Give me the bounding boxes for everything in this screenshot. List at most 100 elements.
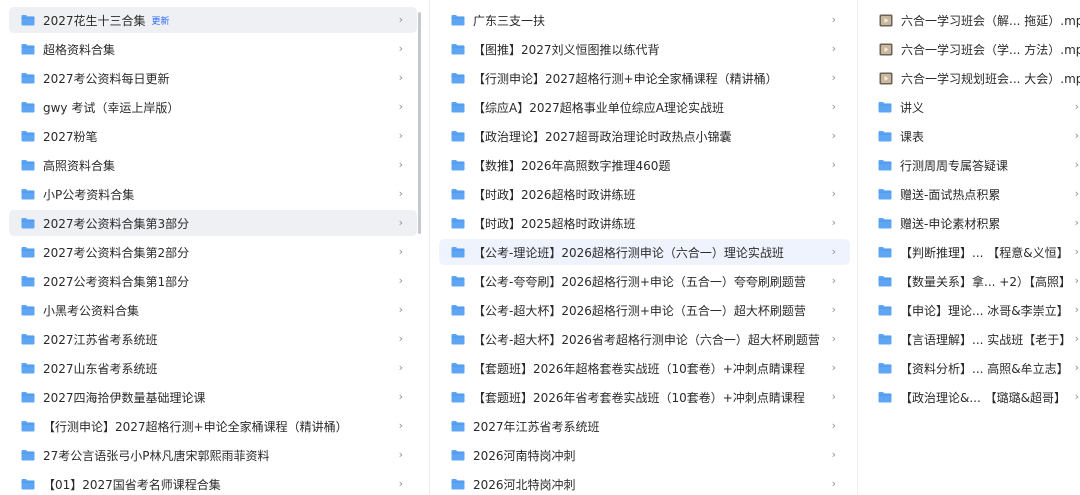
chevron-right-icon: › — [831, 361, 836, 374]
list-item[interactable]: 【政治理论&... 【璐璐&超哥】 › — [866, 384, 1080, 410]
list-item[interactable]: 行测周周专属答疑课 › — [866, 152, 1080, 178]
item-label: 【套题班】2026年超格套卷实战班（10套卷）+冲刺点睛课程 — [473, 361, 805, 376]
column-3-list: 六合一学习班会（解... 拖延）.mp4 六合一学习班会（学... 方法）.mp4… — [866, 7, 1080, 413]
item-label: 小黑考公资料合集 — [43, 303, 140, 318]
folder-icon — [451, 189, 465, 200]
item-label: 【公考-理论班】2026超格行测申论（六合一）理论实战班 — [473, 245, 784, 260]
list-item[interactable]: 【01】2027国省考名师课程合集 › — [9, 471, 417, 495]
chevron-right-icon: › — [1074, 332, 1079, 345]
list-item[interactable]: 课表 › — [866, 123, 1080, 149]
chevron-right-icon: › — [398, 390, 403, 403]
folder-icon — [878, 102, 892, 113]
folder-icon — [451, 218, 465, 229]
chevron-right-icon: › — [398, 419, 403, 432]
column-2[interactable]: 广东三支一扶 › 【图推】2027刘义恒图推以练代背 › 【行测申论】2027超格行测+… — [429, 0, 856, 495]
column-1[interactable]: 2027花生十三合集 更新 › 超格资料合集 › 2027考公资料每日更新 › gwy 考试（… — [0, 0, 421, 495]
folder-icon — [451, 392, 465, 403]
list-item[interactable]: 六合一学习规划班会... 大会）.mp4 — [866, 65, 1080, 91]
list-item[interactable]: 2027考公资料每日更新 › — [9, 65, 417, 91]
chevron-right-icon: › — [831, 477, 836, 490]
list-item[interactable]: 超格资料合集 › — [9, 36, 417, 62]
list-item[interactable]: 【公考-超大杯】2026超格行测+申论（五合一）超大杯刷题营 › — [439, 297, 850, 323]
list-item[interactable]: 小P公考资料合集 › — [9, 181, 417, 207]
list-item[interactable]: 六合一学习班会（学... 方法）.mp4 — [866, 36, 1080, 62]
list-item[interactable]: 【公考-理论班】2026超格行测申论（六合一）理论实战班 › — [439, 239, 850, 265]
folder-icon — [451, 247, 465, 258]
chevron-right-icon: › — [831, 100, 836, 113]
chevron-right-icon: › — [1074, 245, 1079, 258]
list-item[interactable]: 2027考公资料合集第3部分 › — [9, 210, 417, 236]
chevron-right-icon: › — [398, 274, 403, 287]
list-item[interactable]: 【行测申论】2027超格行测+申论全家桶课程（精讲桶） › — [9, 413, 417, 439]
list-item[interactable]: 2027考公资料合集第2部分 › — [9, 239, 417, 265]
list-item[interactable]: 小黑考公资料合集 › — [9, 297, 417, 323]
list-item[interactable]: 2026河北特岗冲刺 › — [439, 471, 850, 495]
item-label: 2027考公资料合集第2部分 — [43, 245, 190, 260]
list-item[interactable]: 【资料分析】... 高照&牟立志】 › — [866, 355, 1080, 381]
list-item[interactable]: 【言语理解】... 实战班【老于】 › — [866, 326, 1080, 352]
folder-icon — [451, 160, 465, 171]
chevron-right-icon: › — [1074, 274, 1079, 287]
list-item[interactable]: 2026河南特岗冲刺 › — [439, 442, 850, 468]
list-item[interactable]: 【图推】2027刘义恒图推以练代背 › — [439, 36, 850, 62]
list-item[interactable]: 【公考-超大杯】2026省考超格行测申论（六合一）超大杯刷题营 › — [439, 326, 850, 352]
chevron-right-icon: › — [831, 245, 836, 258]
list-item[interactable]: 【行测申论】2027超格行测+申论全家桶课程（精讲桶） › — [439, 65, 850, 91]
list-item[interactable]: 2027公考资料合集第1部分 › — [9, 268, 417, 294]
item-label: 小P公考资料合集 — [43, 187, 135, 202]
folder-icon — [878, 189, 892, 200]
folder-icon — [451, 450, 465, 461]
list-item[interactable]: 广东三支一扶 › — [439, 7, 850, 33]
item-label: 【判断推理】... 【程意&义恒】 — [900, 245, 1069, 260]
list-item[interactable]: 2027四海拾伊数量基础理论课 › — [9, 384, 417, 410]
list-item[interactable]: 2027年江苏省考系统班 › — [439, 413, 850, 439]
list-item[interactable]: 赠送-申论素材积累 › — [866, 210, 1080, 236]
chevron-right-icon: › — [398, 448, 403, 461]
list-item[interactable]: 2027粉笔 › — [9, 123, 417, 149]
list-item[interactable]: 【套题班】2026年省考套卷实战班（10套卷）+冲刺点睛课程 › — [439, 384, 850, 410]
list-item[interactable]: 2027山东省考系统班 › — [9, 355, 417, 381]
folder-icon — [878, 247, 892, 258]
folder-icon — [21, 247, 35, 258]
folder-icon — [451, 363, 465, 374]
list-item[interactable]: 【数推】2026年高照数字推理460题 › — [439, 152, 850, 178]
chevron-right-icon: › — [1074, 390, 1079, 403]
list-item[interactable]: 【申论】理论... 冰哥&李崇立】 › — [866, 297, 1080, 323]
column-3[interactable]: 六合一学习班会（解... 拖延）.mp4 六合一学习班会（学... 方法）.mp4… — [857, 0, 1080, 495]
folder-icon — [21, 102, 35, 113]
chevron-right-icon: › — [831, 448, 836, 461]
column-1-scrollbar[interactable] — [418, 12, 421, 234]
folder-icon — [878, 218, 892, 229]
list-item[interactable]: 高照资料合集 › — [9, 152, 417, 178]
list-item[interactable]: 【套题班】2026年超格套卷实战班（10套卷）+冲刺点睛课程 › — [439, 355, 850, 381]
item-label: 【政治理论】2027超哥政治理论时政热点小锦囊 — [473, 129, 732, 144]
item-label: 行测周周专属答疑课 — [900, 158, 1009, 173]
list-item[interactable]: 六合一学习班会（解... 拖延）.mp4 — [866, 7, 1080, 33]
item-label: 【图推】2027刘义恒图推以练代背 — [473, 42, 660, 57]
list-item[interactable]: gwy 考试（幸运上岸版） › — [9, 94, 417, 120]
folder-icon — [451, 421, 465, 432]
list-item[interactable]: 【时政】2025超格时政讲练班 › — [439, 210, 850, 236]
list-item[interactable]: 【公考-夸夸刷】2026超格行测+申论（五合一）夸夸刷刷题营 › — [439, 268, 850, 294]
list-item[interactable]: 赠送-面试热点积累 › — [866, 181, 1080, 207]
list-item[interactable]: 27考公言语张弓小P林凡唐宋郭熙雨菲资料 › — [9, 442, 417, 468]
list-item[interactable]: 讲义 › — [866, 94, 1080, 120]
folder-icon — [21, 276, 35, 287]
folder-icon — [21, 189, 35, 200]
list-item[interactable]: 【数量关系】拿... +2）【高照】 › — [866, 268, 1080, 294]
chevron-right-icon: › — [398, 42, 403, 55]
item-label: 六合一学习班会（解... 拖延）.mp4 — [901, 13, 1080, 28]
folder-icon — [878, 363, 892, 374]
list-item[interactable]: 【综应A】2027超格事业单位综应A理论实战班 › — [439, 94, 850, 120]
list-item[interactable]: 2027江苏省考系统班 › — [9, 326, 417, 352]
chevron-right-icon: › — [398, 303, 403, 316]
list-item[interactable]: 【政治理论】2027超哥政治理论时政热点小锦囊 › — [439, 123, 850, 149]
list-item[interactable]: 【时政】2026超格时政讲练班 › — [439, 181, 850, 207]
folder-icon — [878, 305, 892, 316]
list-item[interactable]: 2027花生十三合集 更新 › — [9, 7, 417, 33]
item-label: 【政治理论&... 【璐璐&超哥】 — [900, 390, 1066, 405]
chevron-right-icon: › — [831, 216, 836, 229]
folder-icon — [451, 15, 465, 26]
chevron-right-icon: › — [398, 187, 403, 200]
list-item[interactable]: 【判断推理】... 【程意&义恒】 › — [866, 239, 1080, 265]
